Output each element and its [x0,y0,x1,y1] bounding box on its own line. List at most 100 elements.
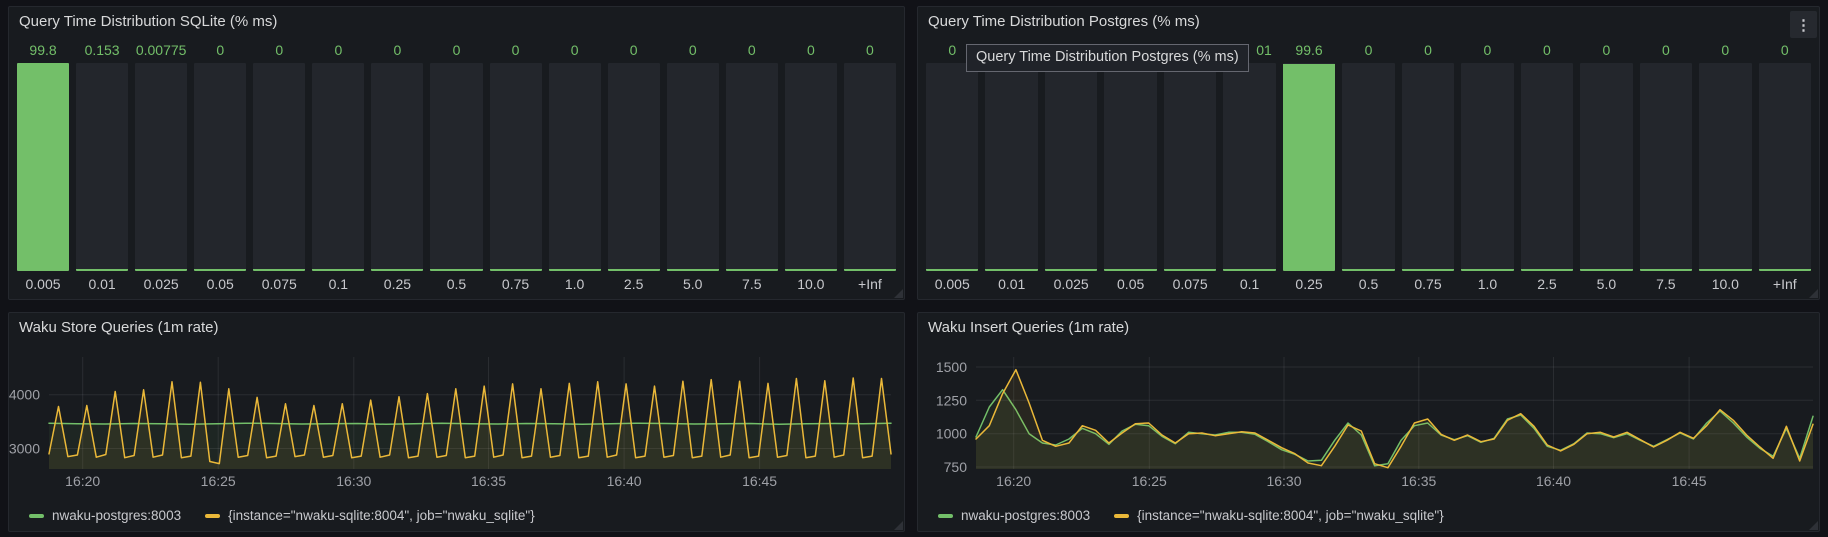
y-tick-label: 1250 [936,392,967,408]
histogram-postgres[interactable]: 00.0050.010.0250.050.075010.199.60.2500.… [926,40,1811,292]
bar-track [926,63,978,271]
histogram-sqlite[interactable]: 99.80.0050.1530.010.007750.02500.0500.07… [17,40,896,292]
bar-fill [17,63,69,271]
store-queries-chart[interactable]: 4000300016:2016:2516:3016:3516:4016:45 [9,345,904,497]
histogram-column-1.0: 01.0 [549,40,601,292]
y-tick-label: 4000 [9,387,40,403]
legend-swatch-green [938,514,953,518]
y-tick-label: 750 [944,459,968,475]
panel-resize-handle[interactable] [894,521,903,530]
bucket-label: 1.0 [549,271,601,292]
bucket-label: 0.05 [194,271,246,292]
bar-value-label: 0 [1759,40,1811,63]
panel-resize-handle[interactable] [1809,521,1818,530]
histogram-column-0.01: 0.01 [985,40,1037,292]
histogram-column-10.0: 010.0 [1699,40,1751,292]
bucket-label: 2.5 [608,271,660,292]
bucket-label: 0.25 [1283,271,1335,292]
bar-track [1045,63,1097,271]
histogram-column-0.01: 0.1530.01 [76,40,128,292]
histogram-column-0.25: 00.25 [371,40,423,292]
histogram-column-0.05: 0.05 [1104,40,1156,292]
bar-fill [1402,269,1454,271]
bar-track [1104,63,1156,271]
x-tick-label: 16:30 [1266,473,1301,489]
bar-fill [135,269,187,271]
x-tick-label: 16:45 [742,473,777,489]
bar-track [1699,63,1751,271]
bar-fill [1580,269,1632,271]
legend-label: {instance="nwaku-sqlite:8004", job="nwak… [228,508,535,523]
histogram-column-+Inf: 0+Inf [1759,40,1811,292]
histogram-column-0.5: 00.5 [430,40,482,292]
histogram-column-0.05: 00.05 [194,40,246,292]
histogram-column-5.0: 05.0 [667,40,719,292]
panel-title-tooltip: Query Time Distribution Postgres (% ms) [966,44,1249,72]
x-tick-label: 16:30 [336,473,371,489]
histogram-column-0.025: 0.025 [1045,40,1097,292]
bar-fill [312,269,364,271]
bar-value-label: 0 [1640,40,1692,63]
histogram-column-0.1: 00.1 [312,40,364,292]
bar-value-label: 0 [1699,40,1751,63]
bar-fill [1640,269,1692,271]
histogram-column-7.5: 07.5 [1640,40,1692,292]
bucket-label: 0.1 [1223,271,1275,292]
bucket-label: 0.01 [985,271,1037,292]
y-tick-label: 3000 [9,441,40,457]
bucket-label: 0.025 [135,271,187,292]
bar-track [490,63,542,271]
bar-value-label: 0.00775 [135,40,187,63]
histogram-column-0.005: 99.80.005 [17,40,69,292]
grafana-dashboard: Query Time Distribution SQLite (% ms) 99… [0,0,1828,537]
bar-track [1640,63,1692,271]
bar-fill [1223,269,1275,271]
bar-value-label: 0 [1580,40,1632,63]
panel-resize-handle[interactable] [894,289,903,298]
bar-track [1342,63,1394,271]
histogram-column-2.5: 02.5 [1521,40,1573,292]
bar-value-label: 0 [844,40,896,63]
bar-fill [726,269,778,271]
bucket-label: 0.05 [1104,271,1156,292]
bar-fill [785,269,837,271]
bar-track [1759,63,1811,271]
x-tick-label: 16:35 [1401,473,1436,489]
bar-fill [1283,64,1335,271]
legend-item-sqlite[interactable]: {instance="nwaku-sqlite:8004", job="nwak… [1114,508,1444,523]
chart-legend: nwaku-postgres:8003 {instance="nwaku-sql… [29,508,535,523]
histogram-column-10.0: 010.0 [785,40,837,292]
bar-value-label: 0 [1461,40,1513,63]
bar-track [1402,63,1454,271]
bar-track [844,63,896,271]
insert-queries-chart[interactable]: 15001250100075016:2016:2516:3016:3516:40… [918,345,1819,497]
panel-title-sqlite[interactable]: Query Time Distribution SQLite (% ms) [9,7,864,37]
bar-fill [371,269,423,271]
legend-item-sqlite[interactable]: {instance="nwaku-sqlite:8004", job="nwak… [205,508,535,523]
bar-track [1580,63,1632,271]
panel-title-store[interactable]: Waku Store Queries (1m rate) [9,313,864,343]
bar-track [135,63,187,271]
legend-item-postgres[interactable]: nwaku-postgres:8003 [938,508,1090,523]
bar-value-label: 0 [667,40,719,63]
y-tick-label: 1500 [936,359,967,375]
bar-fill [1045,269,1097,271]
panel-title-postgres[interactable]: Query Time Distribution Postgres (% ms) [918,7,1779,37]
bar-fill [667,269,719,271]
legend-swatch-yellow [205,514,220,518]
histogram-column-+Inf: 0+Inf [844,40,896,292]
panel-menu-kebab-icon[interactable]: ⋮ [1790,11,1817,38]
bucket-label: 0.075 [253,271,305,292]
bar-track [667,63,719,271]
bar-fill [608,269,660,271]
panel-resize-handle[interactable] [1809,289,1818,298]
bar-fill [1699,269,1751,271]
panel-title-insert[interactable]: Waku Insert Queries (1m rate) [918,313,1779,343]
x-tick-label: 16:40 [607,473,642,489]
bucket-label: 5.0 [1580,271,1632,292]
bar-track [1283,63,1335,271]
legend-swatch-yellow [1114,514,1129,518]
bar-fill [1104,269,1156,271]
legend-item-postgres[interactable]: nwaku-postgres:8003 [29,508,181,523]
bar-value-label: 0 [253,40,305,63]
